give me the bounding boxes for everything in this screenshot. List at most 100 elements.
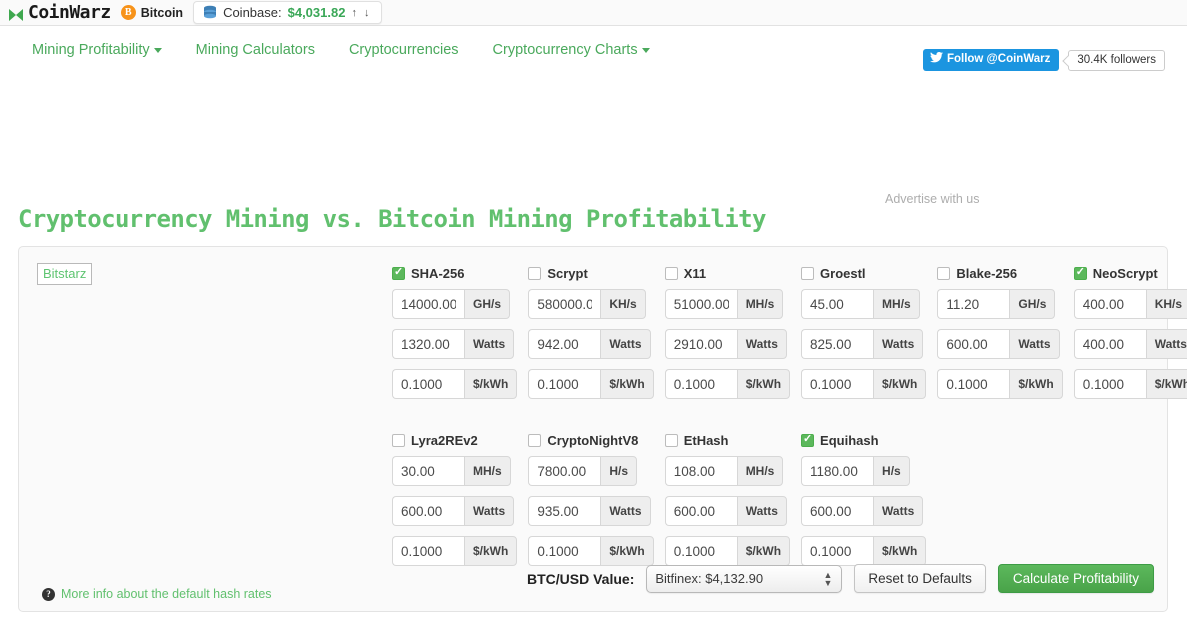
advertise-with-us-link[interactable]: Advertise with us <box>885 192 979 206</box>
cost-input-groestl[interactable] <box>801 369 873 399</box>
algorithm-label: CryptoNightV8 <box>547 433 638 448</box>
hashrate-input-scrypt[interactable] <box>528 289 600 319</box>
checkbox-cryptonightv8[interactable] <box>528 434 541 447</box>
power-group-scrypt: Watts <box>528 329 653 359</box>
cost-input-sha-256[interactable] <box>392 369 464 399</box>
btc-usd-value-select[interactable]: Bitfinex: $4,132.90 ▲▼ <box>646 565 842 593</box>
cost-input-scrypt[interactable] <box>528 369 600 399</box>
cost-unit-x11: $/kWh <box>737 369 790 399</box>
cost-group-scrypt: $/kWh <box>528 369 653 399</box>
hashrate-input-equihash[interactable] <box>801 456 873 486</box>
chevron-down-icon <box>642 48 650 53</box>
power-input-x11[interactable] <box>665 329 737 359</box>
twitter-follower-count[interactable]: 30.4K followers <box>1068 50 1165 71</box>
cost-input-x11[interactable] <box>665 369 737 399</box>
cost-unit-equihash: $/kWh <box>873 536 926 566</box>
power-input-blake-256[interactable] <box>937 329 1009 359</box>
algorithm-label: X11 <box>684 266 706 281</box>
hashrate-unit-sha-256: GH/s <box>464 289 510 319</box>
price-arrows: ↑ ↓ <box>351 7 371 19</box>
power-input-scrypt[interactable] <box>528 329 600 359</box>
power-input-groestl[interactable] <box>801 329 873 359</box>
power-input-cryptonightv8[interactable] <box>528 496 600 526</box>
hashrate-input-groestl[interactable] <box>801 289 873 319</box>
bitstarz-ad-link[interactable]: Bitstarz <box>37 263 92 285</box>
power-unit-sha-256: Watts <box>464 329 514 359</box>
nav-item-mining-calculators[interactable]: Mining Calculators <box>196 42 315 58</box>
hashrate-input-neoscrypt[interactable] <box>1074 289 1146 319</box>
algorithm-header-blake-256: Blake-256 <box>937 264 1062 282</box>
algorithm-label: NeoScrypt <box>1093 266 1158 281</box>
power-input-sha-256[interactable] <box>392 329 464 359</box>
algorithm-header-lyra2rev2: Lyra2REv2 <box>392 431 517 449</box>
cost-input-lyra2rev2[interactable] <box>392 536 464 566</box>
power-group-groestl: Watts <box>801 329 926 359</box>
algorithm-header-ethash: EtHash <box>665 431 790 449</box>
checkbox-neoscrypt[interactable] <box>1074 267 1087 280</box>
twitter-follow-button[interactable]: Follow @CoinWarz <box>923 49 1059 71</box>
calculate-profitability-button[interactable]: Calculate Profitability <box>998 564 1154 593</box>
checkbox-lyra2rev2[interactable] <box>392 434 405 447</box>
cost-input-cryptonightv8[interactable] <box>528 536 600 566</box>
twitter-follow-label: Follow @CoinWarz <box>947 53 1050 66</box>
power-group-ethash: Watts <box>665 496 790 526</box>
hashrate-input-x11[interactable] <box>665 289 737 319</box>
cost-input-blake-256[interactable] <box>937 369 1009 399</box>
power-input-ethash[interactable] <box>665 496 737 526</box>
logo-text: CoinWarz <box>28 2 111 23</box>
power-input-lyra2rev2[interactable] <box>392 496 464 526</box>
hashrate-unit-cryptonightv8: H/s <box>600 456 637 486</box>
power-group-cryptonightv8: Watts <box>528 496 653 526</box>
algorithm-header-sha-256: SHA-256 <box>392 264 517 282</box>
cost-unit-groestl: $/kWh <box>873 369 926 399</box>
power-unit-lyra2rev2: Watts <box>464 496 514 526</box>
twitter-bird-icon <box>930 52 943 67</box>
hashrate-input-lyra2rev2[interactable] <box>392 456 464 486</box>
checkbox-groestl[interactable] <box>801 267 814 280</box>
checkbox-x11[interactable] <box>665 267 678 280</box>
site-logo[interactable]: CoinWarz <box>8 2 111 23</box>
cost-unit-blake-256: $/kWh <box>1009 369 1062 399</box>
algorithm-column-scrypt: ScryptKH/sWatts$/kWh <box>528 264 653 409</box>
algorithm-column-x11: X11MH/sWatts$/kWh <box>665 264 790 409</box>
bitcoin-coin-icon: B <box>121 5 136 20</box>
power-unit-scrypt: Watts <box>600 329 650 359</box>
power-input-neoscrypt[interactable] <box>1074 329 1146 359</box>
checkbox-blake-256[interactable] <box>937 267 950 280</box>
power-unit-cryptonightv8: Watts <box>600 496 650 526</box>
power-input-equihash[interactable] <box>801 496 873 526</box>
hashrate-input-cryptonightv8[interactable] <box>528 456 600 486</box>
nav-item-cryptocurrencies[interactable]: Cryptocurrencies <box>349 42 459 58</box>
cost-input-ethash[interactable] <box>665 536 737 566</box>
hashrate-input-sha-256[interactable] <box>392 289 464 319</box>
hashrate-unit-groestl: MH/s <box>873 289 920 319</box>
algorithm-column-ethash: EtHashMH/sWatts$/kWh <box>665 431 790 576</box>
hashrate-input-blake-256[interactable] <box>937 289 1009 319</box>
nav-item-mining-profitability[interactable]: Mining Profitability <box>32 42 162 58</box>
coinbase-price-box[interactable]: Coinbase: $4,031.82 ↑ ↓ <box>193 1 381 24</box>
nav-item-cryptocurrency-charts[interactable]: Cryptocurrency Charts <box>493 42 650 58</box>
database-icon <box>203 5 217 20</box>
algorithm-column-neoscrypt: NeoScryptKH/sWatts$/kWh <box>1074 264 1187 409</box>
cost-group-cryptonightv8: $/kWh <box>528 536 653 566</box>
algorithm-header-groestl: Groestl <box>801 264 926 282</box>
checkbox-scrypt[interactable] <box>528 267 541 280</box>
hashrate-unit-equihash: H/s <box>873 456 910 486</box>
hashrate-input-ethash[interactable] <box>665 456 737 486</box>
more-info-link[interactable]: ? More info about the default hash rates <box>42 587 272 601</box>
cost-input-equihash[interactable] <box>801 536 873 566</box>
chevron-down-icon <box>154 48 162 53</box>
cost-group-blake-256: $/kWh <box>937 369 1062 399</box>
reset-to-defaults-button[interactable]: Reset to Defaults <box>854 564 986 593</box>
hashrate-unit-neoscrypt: KH/s <box>1146 289 1187 319</box>
nav-item-label: Mining Profitability <box>32 42 150 58</box>
bitcoin-ticker[interactable]: B Bitcoin <box>121 5 183 20</box>
hashrate-unit-x11: MH/s <box>737 289 784 319</box>
checkbox-ethash[interactable] <box>665 434 678 447</box>
checkbox-equihash[interactable] <box>801 434 814 447</box>
cost-input-neoscrypt[interactable] <box>1074 369 1146 399</box>
algorithm-column-sha-256: SHA-256GH/sWatts$/kWh <box>392 264 517 409</box>
algorithm-column-groestl: Groestl MH/s Watts $/kWh <box>801 264 926 409</box>
checkbox-sha-256[interactable] <box>392 267 405 280</box>
power-unit-ethash: Watts <box>737 496 787 526</box>
